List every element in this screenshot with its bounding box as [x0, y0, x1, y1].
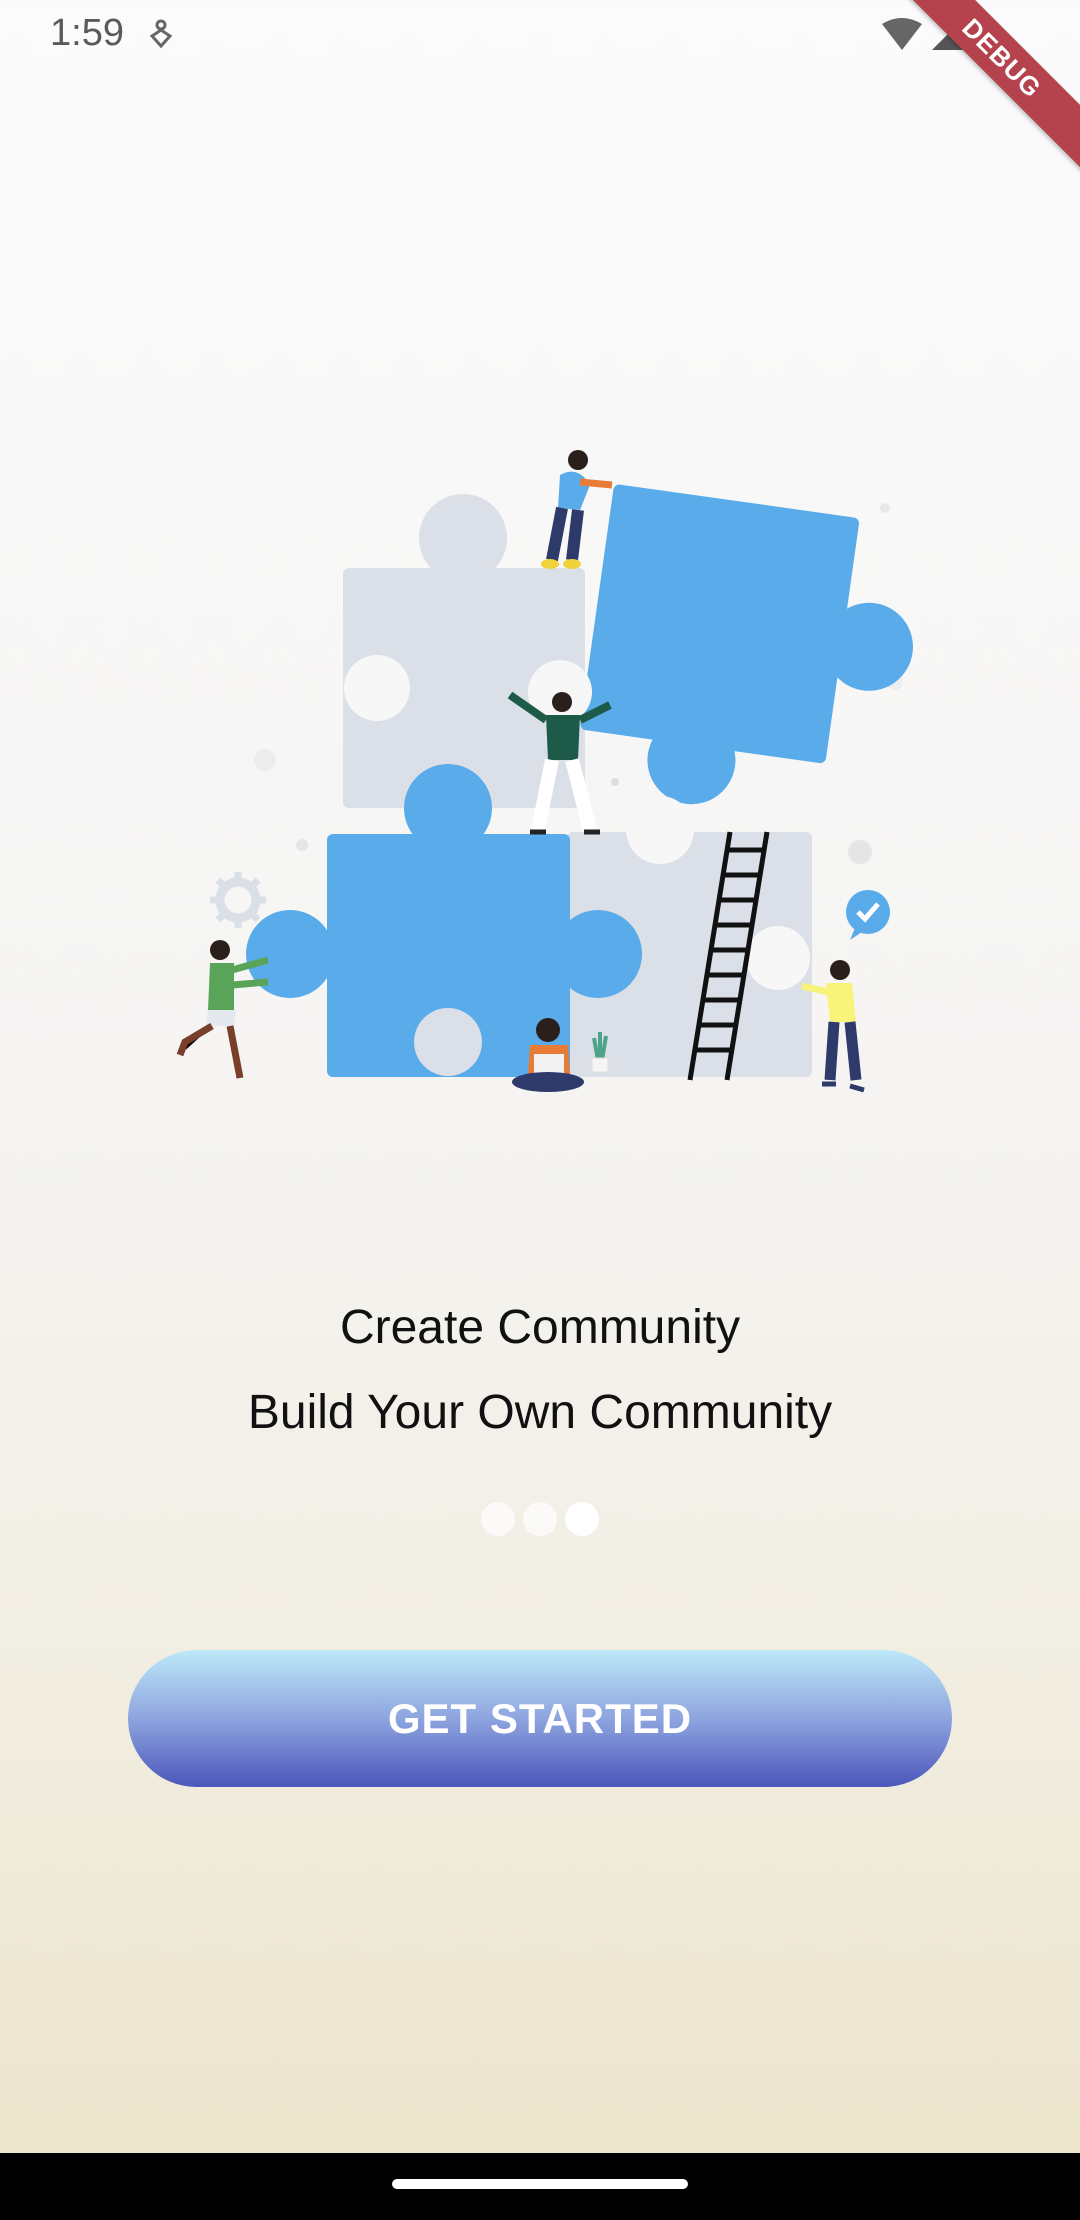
get-started-button[interactable]: GET STARTED — [128, 1650, 952, 1787]
page-dot-3[interactable] — [565, 1502, 599, 1536]
page-dot-2[interactable] — [523, 1502, 557, 1536]
system-navigation-bar — [0, 2153, 1080, 2220]
person-top-figure — [541, 450, 613, 569]
onboarding-illustration — [176, 450, 913, 1093]
onboarding-title: Create Community — [339, 1301, 741, 1354]
puzzle-piece-blue-top — [580, 484, 913, 805]
check-badge-icon — [846, 890, 890, 940]
home-gesture-handle[interactable] — [392, 2179, 688, 2189]
person-left-figure — [176, 940, 269, 1079]
page-indicator — [0, 1502, 1080, 1536]
gear-icon — [210, 872, 266, 928]
notification-icon — [149, 19, 173, 49]
wifi-icon — [882, 18, 922, 50]
onboarding-subtitle: Build Your Own Community — [247, 1386, 833, 1439]
status-bar: 1:59 — [0, 0, 1080, 66]
status-time: 1:59 — [50, 12, 124, 54]
page-dot-1[interactable] — [481, 1502, 515, 1536]
